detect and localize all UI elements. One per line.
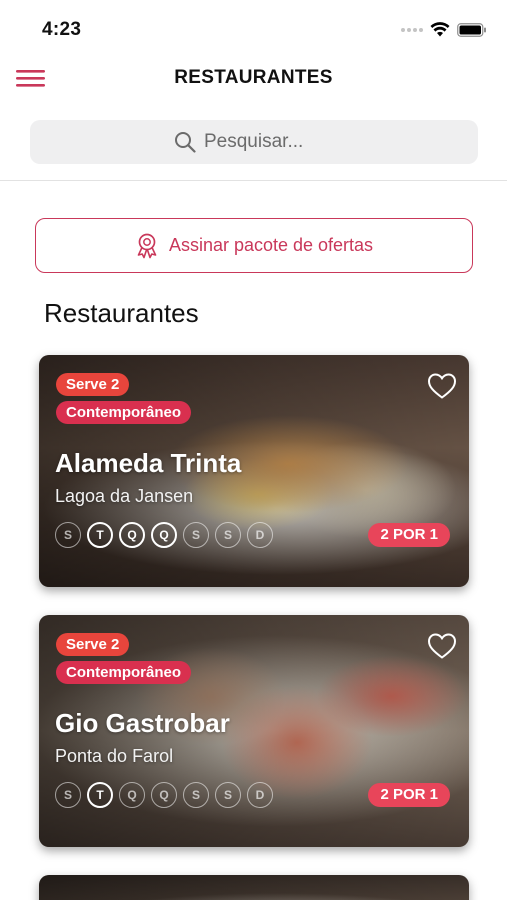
heart-icon <box>427 373 457 399</box>
weekday-indicator: T <box>87 522 113 548</box>
weekday-indicator: S <box>215 782 241 808</box>
search-input[interactable] <box>204 131 334 153</box>
weekday-indicator: Q <box>151 782 177 808</box>
status-icons <box>401 22 487 37</box>
restaurant-card[interactable]: Serve 2 Contemporâneo Alameda Trinta Lag… <box>39 355 469 587</box>
subscribe-offers-label: Assinar pacote de ofertas <box>168 235 374 255</box>
weekday-indicator: S <box>55 522 81 548</box>
category-badge: Contemporâneo <box>56 661 192 684</box>
cellular-signal-icon <box>401 27 423 32</box>
promo-badge: 2 POR 1 <box>368 783 450 807</box>
weekday-availability: S T Q Q S S D <box>55 782 273 808</box>
search-icon <box>175 132 196 153</box>
serve-badge: Serve 2 <box>56 633 130 656</box>
restaurant-card[interactable] <box>39 875 469 900</box>
weekday-indicator: Q <box>119 782 145 808</box>
battery-icon <box>457 22 486 37</box>
weekday-indicator: Q <box>151 522 177 548</box>
search-bar[interactable] <box>30 120 478 164</box>
restaurant-card[interactable]: Serve 2 Contemporâneo Gio Gastrobar Pont… <box>39 615 469 847</box>
weekday-availability: S T Q Q S S D <box>55 522 273 548</box>
promo-badge: 2 POR 1 <box>368 523 450 547</box>
restaurant-location: Lagoa da Jansen <box>55 486 194 506</box>
weekday-indicator: S <box>215 522 241 548</box>
weekday-indicator: D <box>247 782 273 808</box>
status-time: 4:23 <box>42 19 82 40</box>
header-divider <box>0 180 507 181</box>
status-bar: 4:23 <box>0 0 507 56</box>
weekday-indicator: D <box>247 522 273 548</box>
navigation-bar: RESTAURANTES <box>0 56 507 100</box>
weekday-indicator: S <box>55 782 81 808</box>
weekday-indicator: T <box>87 782 113 808</box>
weekday-indicator: S <box>183 782 209 808</box>
restaurant-name: Alameda Trinta <box>55 448 242 478</box>
weekday-indicator: Q <box>119 522 145 548</box>
subscribe-offers-button[interactable]: Assinar pacote de ofertas <box>35 218 473 273</box>
wifi-icon <box>430 22 450 37</box>
serve-badge: Serve 2 <box>56 373 130 396</box>
section-title: Restaurantes <box>44 298 199 328</box>
favorite-button[interactable] <box>427 632 457 660</box>
weekday-indicator: S <box>183 522 209 548</box>
category-badge: Contemporâneo <box>56 401 192 424</box>
page-title: RESTAURANTES <box>174 67 333 88</box>
heart-icon <box>427 633 457 659</box>
award-ribbon-icon <box>137 233 157 258</box>
favorite-button[interactable] <box>427 372 457 400</box>
restaurant-location: Ponta do Farol <box>55 746 174 766</box>
restaurant-name: Gio Gastrobar <box>55 708 230 738</box>
